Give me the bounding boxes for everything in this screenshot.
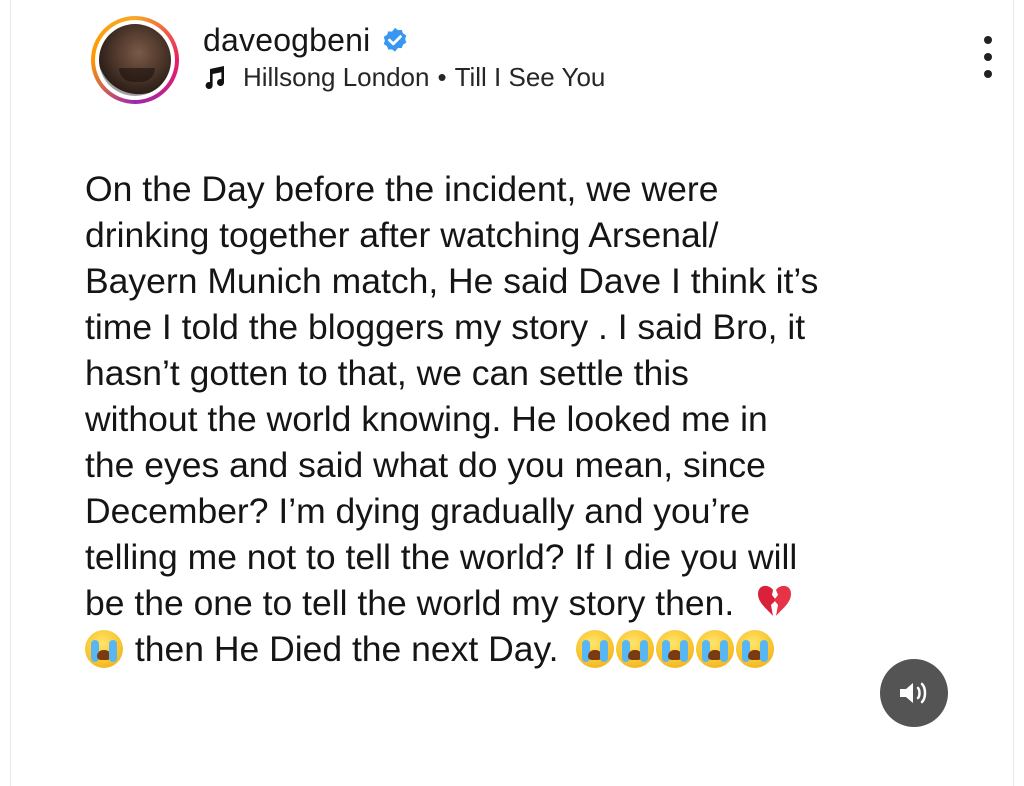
post-frame: daveogbeni Hillsong London • Till I See … (10, 0, 1014, 786)
music-song: Till I See You (454, 62, 606, 92)
avatar[interactable] (91, 16, 179, 104)
speaker-on-icon (900, 682, 927, 704)
loudly-crying-face-emoji-icon (616, 630, 655, 668)
caption-line-text: then He Died the next Day. (134, 629, 559, 669)
more-options-icon[interactable] (973, 36, 1003, 96)
music-separator: • (437, 62, 447, 92)
caption-line: without the world knowing. He looked me … (85, 399, 768, 439)
caption-line: Bayern Munich match, He said Dave I thin… (85, 261, 819, 301)
loudly-crying-face-emoji-icon (656, 630, 695, 668)
username[interactable]: daveogbeni (203, 22, 370, 59)
caption-line: the eyes and said what do you mean, sinc… (85, 445, 766, 485)
caption-line: hasn’t gotten to that, we can settle thi… (85, 353, 689, 393)
avatar-photo (99, 24, 171, 96)
caption-line-text: be the one to tell the world my story th… (85, 583, 735, 623)
caption-line: December? I’m dying gradually and you’re (85, 491, 750, 531)
music-note-icon (205, 65, 224, 89)
loudly-crying-face-emoji-icon (85, 630, 123, 668)
loudly-crying-face-emoji-icon (576, 630, 615, 668)
post-header: daveogbeni Hillsong London • Till I See … (91, 14, 1021, 104)
loudly-crying-face-emoji-icon (736, 630, 775, 668)
username-row: daveogbeni (203, 22, 410, 59)
verified-badge-icon (384, 27, 407, 52)
caption-line: be the one to tell the world my story th… (85, 580, 965, 626)
caption-line: telling me not to tell the world? If I d… (85, 537, 798, 577)
sound-toggle-button[interactable] (880, 659, 948, 727)
audio-attribution[interactable]: Hillsong London • Till I See You (203, 62, 605, 93)
broken-heart-emoji-icon (758, 585, 792, 616)
loudly-crying-face-emoji-icon (696, 630, 735, 668)
post-caption: On the Day before the incident, we were … (85, 166, 965, 672)
music-artist: Hillsong London (243, 62, 430, 92)
caption-line: time I told the bloggers my story . I sa… (85, 307, 806, 347)
caption-line: On the Day before the incident, we were (85, 169, 719, 209)
caption-line: then He Died the next Day. (85, 626, 965, 672)
caption-line: drinking together after watching Arsenal… (85, 215, 719, 255)
